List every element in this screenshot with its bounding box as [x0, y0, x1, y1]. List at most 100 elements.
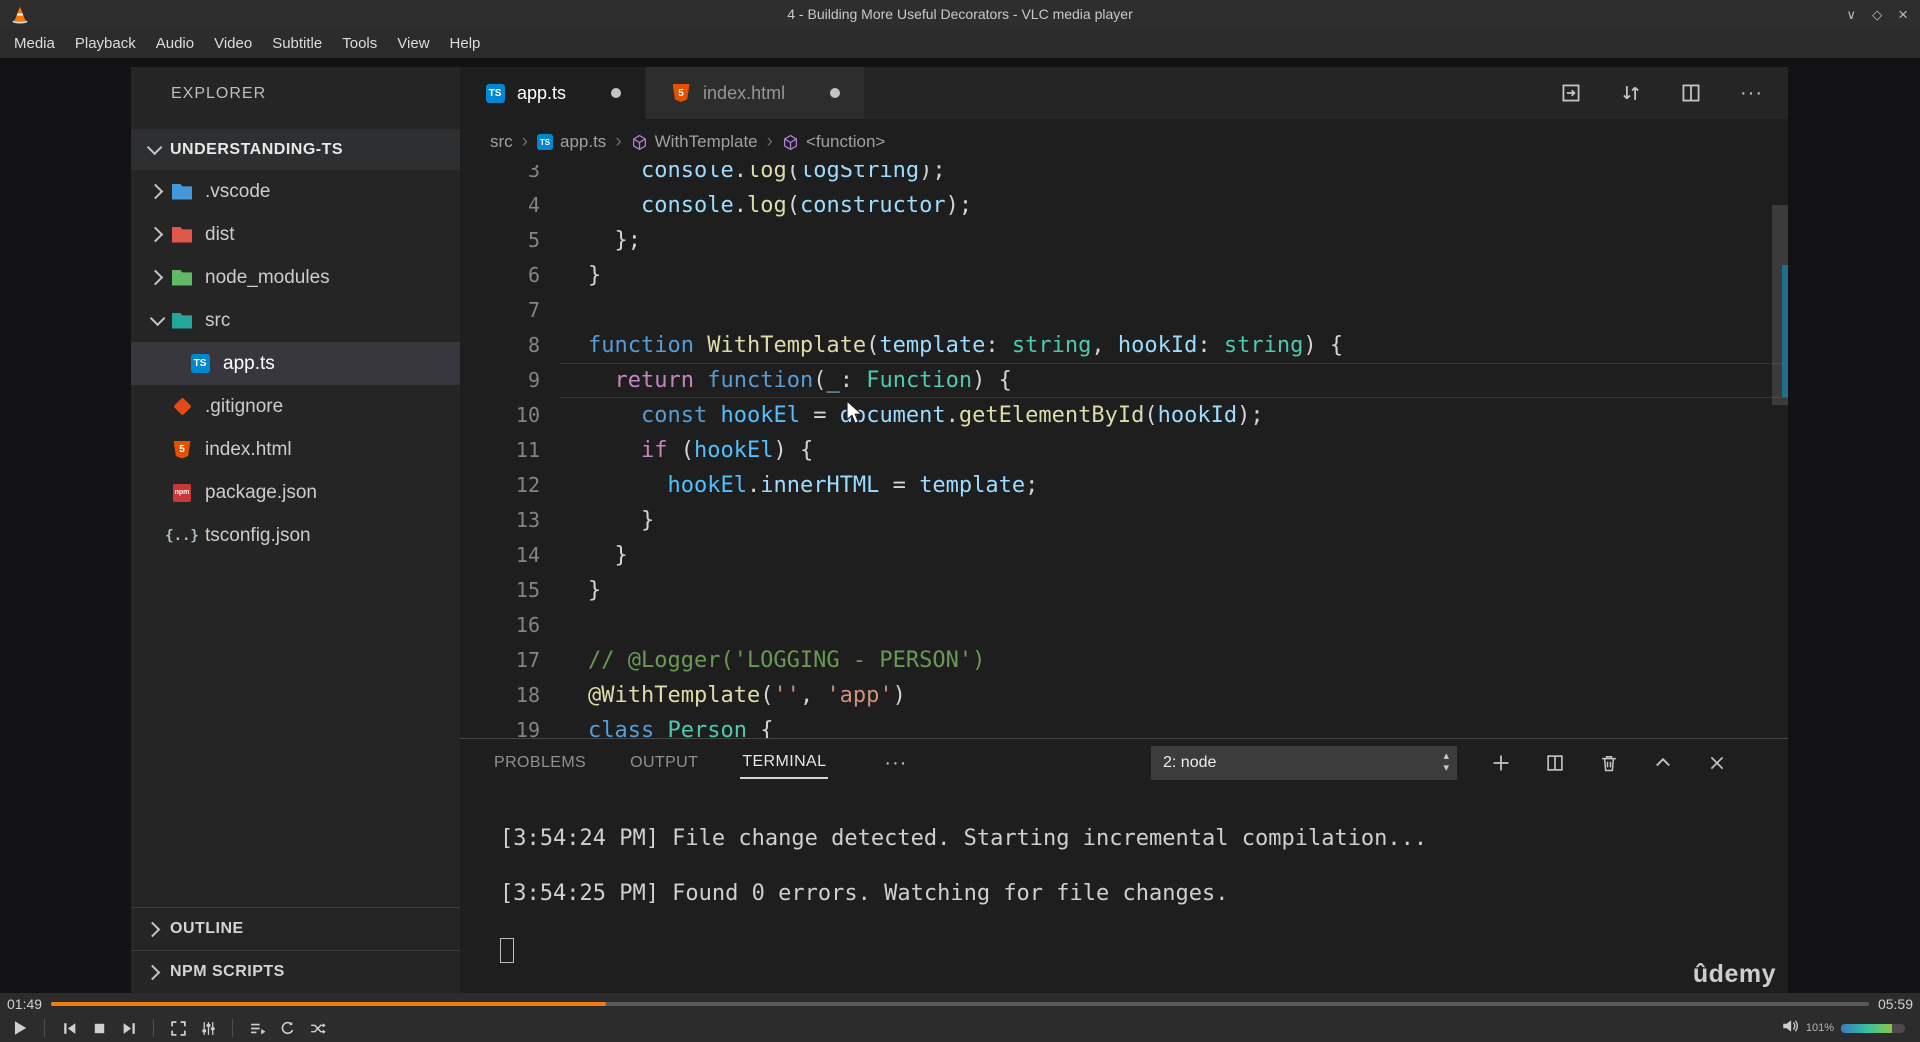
menu-playback[interactable]: Playback: [65, 35, 146, 52]
breadcrumb-item-4[interactable]: <function>: [782, 132, 885, 152]
extended-settings-button[interactable]: [193, 1016, 223, 1040]
menu-audio[interactable]: Audio: [146, 35, 204, 52]
menu-help[interactable]: Help: [440, 35, 491, 52]
npm-scripts-section-header[interactable]: NPM SCRIPTS: [131, 950, 460, 993]
code-line-12[interactable]: 12 hookEl.innerHTML = template;: [460, 468, 1788, 503]
vlc-controls: 01:49 05:59 101%: [0, 993, 1920, 1042]
random-button[interactable]: [302, 1016, 332, 1040]
close-panel-icon[interactable]: [1707, 753, 1727, 773]
line-number: 11: [515, 438, 540, 462]
tree-item-tsconfigjson[interactable]: {..} tsconfig.json: [131, 514, 460, 557]
next-button[interactable]: [114, 1016, 144, 1040]
modified-dot-icon[interactable]: [611, 88, 622, 98]
breadcrumb-item-1[interactable]: src: [490, 132, 513, 152]
kill-terminal-icon[interactable]: [1599, 753, 1619, 773]
ts-icon: TS: [484, 80, 506, 106]
symbol-icon: [782, 134, 799, 151]
code-line-10[interactable]: 10 const hookEl = document.getElementByI…: [460, 398, 1788, 433]
panel-tab-terminal[interactable]: TERMINAL: [740, 747, 829, 779]
code-line-19[interactable]: 19 class Person {: [460, 713, 1788, 738]
terminal-output[interactable]: [3:54:24 PM] File change detected. Start…: [500, 825, 1427, 963]
maximize-panel-icon[interactable]: [1653, 753, 1673, 773]
terminal-cursor: [500, 938, 514, 963]
code-editor[interactable]: 3 console.log(logString); 4 console.log(c…: [460, 165, 1788, 738]
menu-subtitle[interactable]: Subtitle: [262, 35, 332, 52]
tree-item-packagejson[interactable]: npm package.json: [131, 471, 460, 514]
code-line-16[interactable]: 16: [460, 608, 1788, 643]
tree-item-label: index.html: [205, 438, 292, 460]
panel-tab-output[interactable]: OUTPUT: [628, 748, 700, 778]
folder-icon: [169, 179, 195, 205]
code-line-text: console.log(constructor);: [640, 193, 973, 218]
modified-dot-icon[interactable]: [830, 88, 841, 98]
code-line-18[interactable]: 18 @WithTemplate('', 'app'): [460, 678, 1788, 713]
code-line-3[interactable]: 3 console.log(logString);: [460, 165, 1788, 188]
code-line-text: function WithTemplate(template: string, …: [588, 333, 1344, 358]
breadcrumb-separator: ›: [615, 131, 622, 152]
tree-item-vscode[interactable]: .vscode: [131, 170, 460, 213]
code-line-7[interactable]: 7: [460, 293, 1788, 328]
tab-appts[interactable]: TS app.ts: [460, 67, 647, 119]
open-changes-icon[interactable]: [1560, 82, 1582, 104]
sync-changes-icon[interactable]: [1620, 82, 1642, 104]
playlist-button[interactable]: [242, 1016, 272, 1040]
line-number: 4: [527, 193, 540, 217]
code-line-15[interactable]: 15}: [460, 573, 1788, 608]
split-editor-icon[interactable]: [1680, 82, 1702, 104]
code-line-5[interactable]: 5 };: [460, 223, 1788, 258]
line-number: 7: [527, 298, 540, 322]
speaker-icon[interactable]: [1781, 1017, 1799, 1040]
code-line-4[interactable]: 4 console.log(constructor);: [460, 188, 1788, 223]
tree-item-appts[interactable]: TS app.ts: [131, 342, 460, 385]
line-number: 13: [515, 508, 540, 532]
tree-item-indexhtml[interactable]: 5 index.html: [131, 428, 460, 471]
code-line-14[interactable]: 14 }: [460, 538, 1788, 573]
tree-item-node_modules[interactable]: node_modules: [131, 256, 460, 299]
menu-tools[interactable]: Tools: [332, 35, 387, 52]
line-number: 9: [527, 368, 540, 392]
tree-item-dist[interactable]: dist: [131, 213, 460, 256]
menu-media[interactable]: Media: [4, 35, 65, 52]
video-area[interactable]: EXPLORER UNDERSTANDING-TS .vscode dist nod…: [0, 58, 1920, 993]
breadcrumb-item-3[interactable]: WithTemplate: [631, 132, 758, 152]
breadcrumb-separator: ›: [766, 131, 773, 152]
loop-button[interactable]: [272, 1016, 302, 1040]
tree-item-label: .gitignore: [205, 395, 284, 417]
tree-item-gitignore[interactable]: .gitignore: [131, 385, 460, 428]
menu-video[interactable]: Video: [204, 35, 262, 52]
project-section-header[interactable]: UNDERSTANDING-TS: [131, 129, 460, 170]
split-terminal-icon[interactable]: [1545, 753, 1565, 773]
panel-more-actions-icon[interactable]: ···: [884, 752, 907, 775]
tree-item-src[interactable]: src: [131, 299, 460, 342]
code-line-9[interactable]: 9 return function(_: Function) {: [460, 363, 1788, 398]
tab-indexhtml[interactable]: 5 index.html: [646, 67, 866, 119]
menu-view[interactable]: View: [387, 35, 439, 52]
breadcrumb-item-2[interactable]: TS app.ts: [537, 132, 606, 152]
fullscreen-button[interactable]: [163, 1016, 193, 1040]
breadcrumb: src › TS app.ts › WithTemplate › <function>: [460, 119, 1788, 165]
panel-tab-problems[interactable]: PROBLEMS: [492, 748, 588, 778]
previous-button[interactable]: [54, 1016, 84, 1040]
outline-section-header[interactable]: OUTLINE: [131, 907, 460, 950]
chevron-right-icon: [147, 226, 163, 243]
play-button[interactable]: [5, 1016, 35, 1040]
line-number: 3: [527, 165, 540, 182]
seek-slider[interactable]: [51, 1001, 1869, 1006]
code-line-text: const hookEl = document.getElementById(h…: [640, 403, 1264, 428]
code-line-13[interactable]: 13 }: [460, 503, 1788, 538]
close-icon[interactable]: ×: [1898, 5, 1908, 25]
minimize-icon[interactable]: ∨: [1847, 7, 1857, 23]
code-line-11[interactable]: 11 if (hookEl) {: [460, 433, 1788, 468]
vlc-window: 4 - Building More Useful Decorators - VL…: [0, 0, 1920, 1042]
code-line-6[interactable]: 6}: [460, 258, 1788, 293]
maximize-icon[interactable]: ◇: [1872, 7, 1882, 23]
stop-button[interactable]: [84, 1016, 114, 1040]
terminal-selector[interactable]: 2: node ▴ ▾: [1151, 746, 1457, 780]
new-terminal-icon[interactable]: [1491, 753, 1511, 773]
volume-slider[interactable]: [1841, 1023, 1905, 1033]
code-line-8[interactable]: 8 function WithTemplate(template: string,…: [460, 328, 1788, 363]
more-actions-icon[interactable]: ···: [1740, 82, 1763, 105]
volume-fill: [1841, 1023, 1893, 1033]
breadcrumb-label: src: [490, 132, 513, 151]
code-line-17[interactable]: 17 // @Logger('LOGGING - PERSON'): [460, 643, 1788, 678]
